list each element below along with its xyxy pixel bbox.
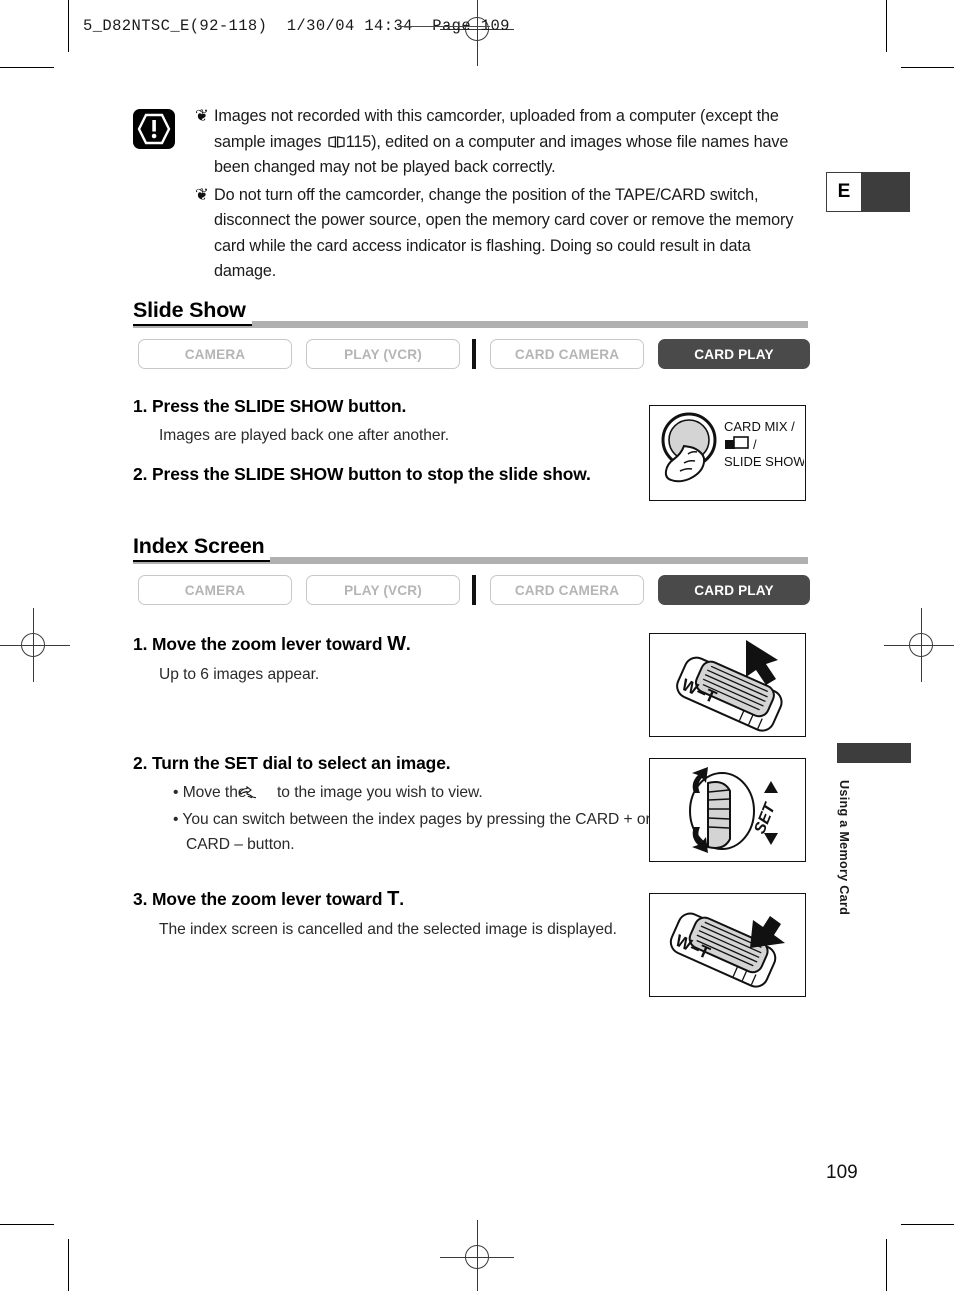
zoom-lever-tele-illustration: W–T — [649, 893, 806, 997]
mode-button-play-vcr[interactable]: PLAY (VCR) — [306, 575, 460, 605]
section-title: Slide Show — [133, 298, 252, 326]
mode-button-label: CARD PLAY — [694, 582, 774, 598]
slide-show-button-illustration: CARD MIX / / SLIDE SHOW — [649, 405, 806, 501]
mode-button-card-camera[interactable]: CARD CAMERA — [490, 339, 644, 369]
caution-item: ❦ Images not recorded with this camcorde… — [195, 104, 813, 181]
warning-exclamation-icon — [133, 109, 175, 149]
caution-bullet-icon: ❦ — [195, 185, 209, 204]
mode-button-label: CARD CAMERA — [514, 582, 620, 598]
step-title: 2. Turn the SET dial to select an image. — [133, 753, 653, 774]
page-number: 109 — [826, 1162, 858, 1183]
mode-button-play-vcr[interactable]: PLAY (VCR) — [306, 339, 460, 369]
step-title: 1. Press the SLIDE SHOW button. — [133, 396, 633, 417]
step-title-emphasis: W — [387, 633, 406, 655]
zoom-lever-wide-illustration: W–T — [649, 633, 806, 737]
mode-separator — [472, 575, 476, 605]
step-body: Images are played back one after another… — [159, 427, 450, 444]
step-index-3: 3. Move the zoom lever toward T. The ind… — [133, 888, 653, 941]
step-title-text-post: . — [399, 889, 404, 909]
svg-text:/: / — [753, 437, 757, 452]
mode-button-card-camera[interactable]: CARD CAMERA — [490, 575, 644, 605]
step-title-text-pre: Move the zoom lever toward — [152, 634, 388, 654]
caution-block: ❦ Images not recorded with this camcorde… — [133, 104, 813, 287]
caution-list: ❦ Images not recorded with this camcorde… — [195, 104, 813, 285]
crop-mark-bottom-right-h — [901, 1224, 954, 1226]
crop-mark-bottom-left-v — [68, 1239, 70, 1291]
book-icon — [328, 131, 345, 148]
step-number: 1. — [133, 396, 148, 416]
crop-mark-top-right-h — [901, 67, 954, 69]
step-title: 3. Move the zoom lever toward T. — [133, 888, 653, 911]
mode-button-camera[interactable]: CAMERA — [138, 575, 292, 605]
svg-text:CARD MIX /: CARD MIX / — [724, 419, 795, 434]
language-tab-letter: E — [837, 181, 851, 202]
step-title-text: Turn the SET dial to select an image. — [152, 753, 451, 773]
step-index-1: 1. Move the zoom lever toward W. Up to 6… — [133, 633, 633, 686]
step-number: 3. — [133, 889, 148, 909]
step-number: 2. — [133, 464, 148, 484]
section-heading-slide-show: Slide Show — [133, 298, 808, 328]
step-title-text-pre: Move the zoom lever toward — [152, 889, 388, 909]
crop-mark-bottom-right-v — [886, 1239, 888, 1291]
mode-button-camera[interactable]: CAMERA — [138, 339, 292, 369]
step-title-text: Press the SLIDE SHOW button to stop the … — [152, 464, 591, 484]
mode-row-slide-show: CAMERA PLAY (VCR) CARD CAMERA CARD PLAY — [138, 339, 810, 369]
step-slide-show-1: 1. Press the SLIDE SHOW button. Images a… — [133, 396, 633, 447]
caution-item: ❦ Do not turn off the camcorder, change … — [195, 183, 813, 285]
step-title-text: Press the SLIDE SHOW button. — [152, 396, 407, 416]
caution-item-text: Do not turn off the camcorder, change th… — [214, 185, 794, 281]
step-title: 2. Press the SLIDE SHOW button to stop t… — [133, 464, 653, 485]
chapter-tab-label: Using a Memory Card — [837, 780, 851, 916]
manual-page: 5_D82NTSC_E(92-118) 1/30/04 14:34 Page 1… — [0, 0, 954, 1291]
set-dial-illustration: SET — [649, 758, 806, 862]
caution-item-text: Images not recorded with this camcorder,… — [214, 104, 813, 181]
mode-row-index-screen: CAMERA PLAY (VCR) CARD CAMERA CARD PLAY — [138, 575, 810, 605]
step-sub-list: • Move the to the image you wish to view… — [173, 780, 653, 857]
language-tab: E — [826, 172, 910, 212]
svg-text:SLIDE SHOW: SLIDE SHOW — [724, 454, 804, 469]
mode-button-label: CARD CAMERA — [514, 346, 620, 362]
step-number: 2. — [133, 753, 148, 773]
step-slide-show-2: 2. Press the SLIDE SHOW button to stop t… — [133, 464, 653, 485]
mode-button-label: CAMERA — [184, 582, 246, 598]
mode-button-label: CARD PLAY — [694, 346, 774, 362]
caution-bullet-icon: ❦ — [195, 107, 209, 125]
mode-button-label: PLAY (VCR) — [344, 346, 422, 362]
crop-mark-top-left-h — [0, 67, 54, 69]
step-index-2: 2. Turn the SET dial to select an image.… — [133, 753, 653, 857]
caution-ref-page: 115 — [345, 132, 372, 151]
step-title-text-post: . — [405, 634, 411, 654]
section-title: Index Screen — [133, 534, 271, 562]
registration-mark-right — [884, 608, 954, 682]
step-body: The index screen is cancelled and the se… — [159, 921, 617, 938]
registration-mark-bottom — [440, 1220, 514, 1291]
mode-separator — [472, 339, 476, 369]
mode-button-label: CAMERA — [184, 346, 246, 362]
chapter-side-tab: Using a Memory Card — [837, 743, 911, 915]
registration-mark-left — [0, 608, 70, 682]
list-item: • Move the to the image you wish to view… — [173, 780, 653, 807]
list-item: • You can switch between the index pages… — [173, 811, 651, 853]
svg-text:SET: SET — [751, 800, 779, 836]
chapter-tab-bar — [837, 743, 911, 763]
film-header-underline — [398, 26, 490, 28]
step-title-emphasis: T — [387, 888, 400, 910]
sub-item-post: to the image you wish to view. — [272, 784, 483, 801]
mode-button-card-play[interactable]: CARD PLAY — [658, 575, 810, 605]
pointing-hand-icon — [239, 782, 273, 807]
step-title: 1. Move the zoom lever toward W. — [133, 633, 633, 656]
mode-button-label: PLAY (VCR) — [344, 582, 422, 598]
step-body: Up to 6 images appear. — [159, 666, 320, 683]
language-tab-bar — [862, 172, 910, 212]
step-number: 1. — [133, 634, 148, 654]
crop-mark-bottom-left-h — [0, 1224, 54, 1226]
language-tab-box: E — [826, 172, 862, 212]
mode-button-card-play[interactable]: CARD PLAY — [658, 339, 810, 369]
section-heading-index-screen: Index Screen — [133, 534, 808, 564]
